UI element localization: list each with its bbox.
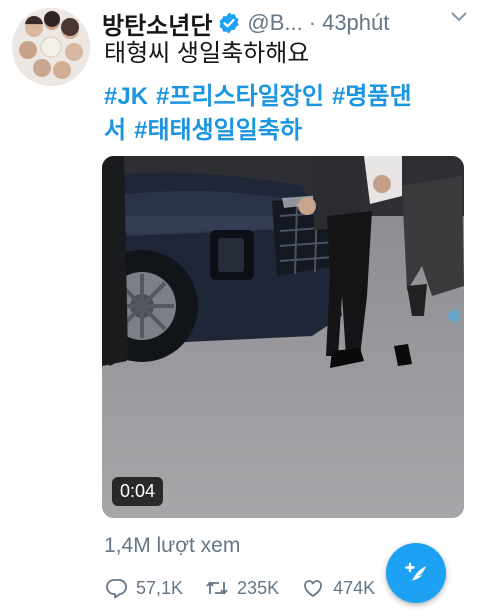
hashtag-link[interactable]: #명품댄	[332, 83, 412, 110]
compose-tweet-icon	[405, 562, 426, 583]
like-button[interactable]: 474K	[301, 576, 375, 600]
retweet-count: 235K	[237, 577, 280, 598]
author-handle[interactable]: @B...	[247, 10, 302, 36]
tweet-header: 방탄소년단 @B... · 43phút	[102, 6, 468, 40]
verified-badge-icon	[219, 12, 239, 34]
hashtag-list: #JK #프리스타일장인 #명품댄서 #태태생일일축하	[104, 80, 470, 148]
reply-button[interactable]: 57,1K	[104, 576, 183, 600]
hashtag-link[interactable]: #태태생일일축하	[134, 117, 302, 144]
compose-tweet-button[interactable]	[386, 543, 446, 603]
retweet-icon	[206, 581, 228, 595]
heart-icon	[304, 580, 322, 597]
retweet-button[interactable]: 235K	[205, 576, 279, 600]
reply-icon	[106, 579, 127, 599]
tweet-text: 태형씨 생일축하해요	[104, 40, 310, 67]
like-count: 474K	[333, 577, 376, 598]
hashtag-link[interactable]: #JK	[104, 83, 148, 110]
video-frame	[102, 156, 464, 518]
avatar-image	[12, 8, 90, 86]
hashtag-link[interactable]: #프리스타일장인	[156, 83, 324, 110]
view-count: 1,4M lượt xem	[104, 534, 241, 557]
tweet-actions: 57,1K 235K 474K	[104, 574, 397, 602]
hashtag-link-continued[interactable]: 서	[104, 117, 126, 144]
video-player[interactable]: 0:04	[102, 156, 464, 518]
reply-count: 57,1K	[136, 577, 184, 598]
video-duration-badge: 0:04	[112, 477, 164, 506]
author-name[interactable]: 방탄소년단	[102, 6, 212, 41]
separator-dot: ·	[308, 10, 317, 35]
tweet-timestamp[interactable]: 43phút	[322, 10, 389, 36]
author-avatar[interactable]	[12, 8, 90, 86]
chevron-down-icon[interactable]	[450, 10, 468, 24]
